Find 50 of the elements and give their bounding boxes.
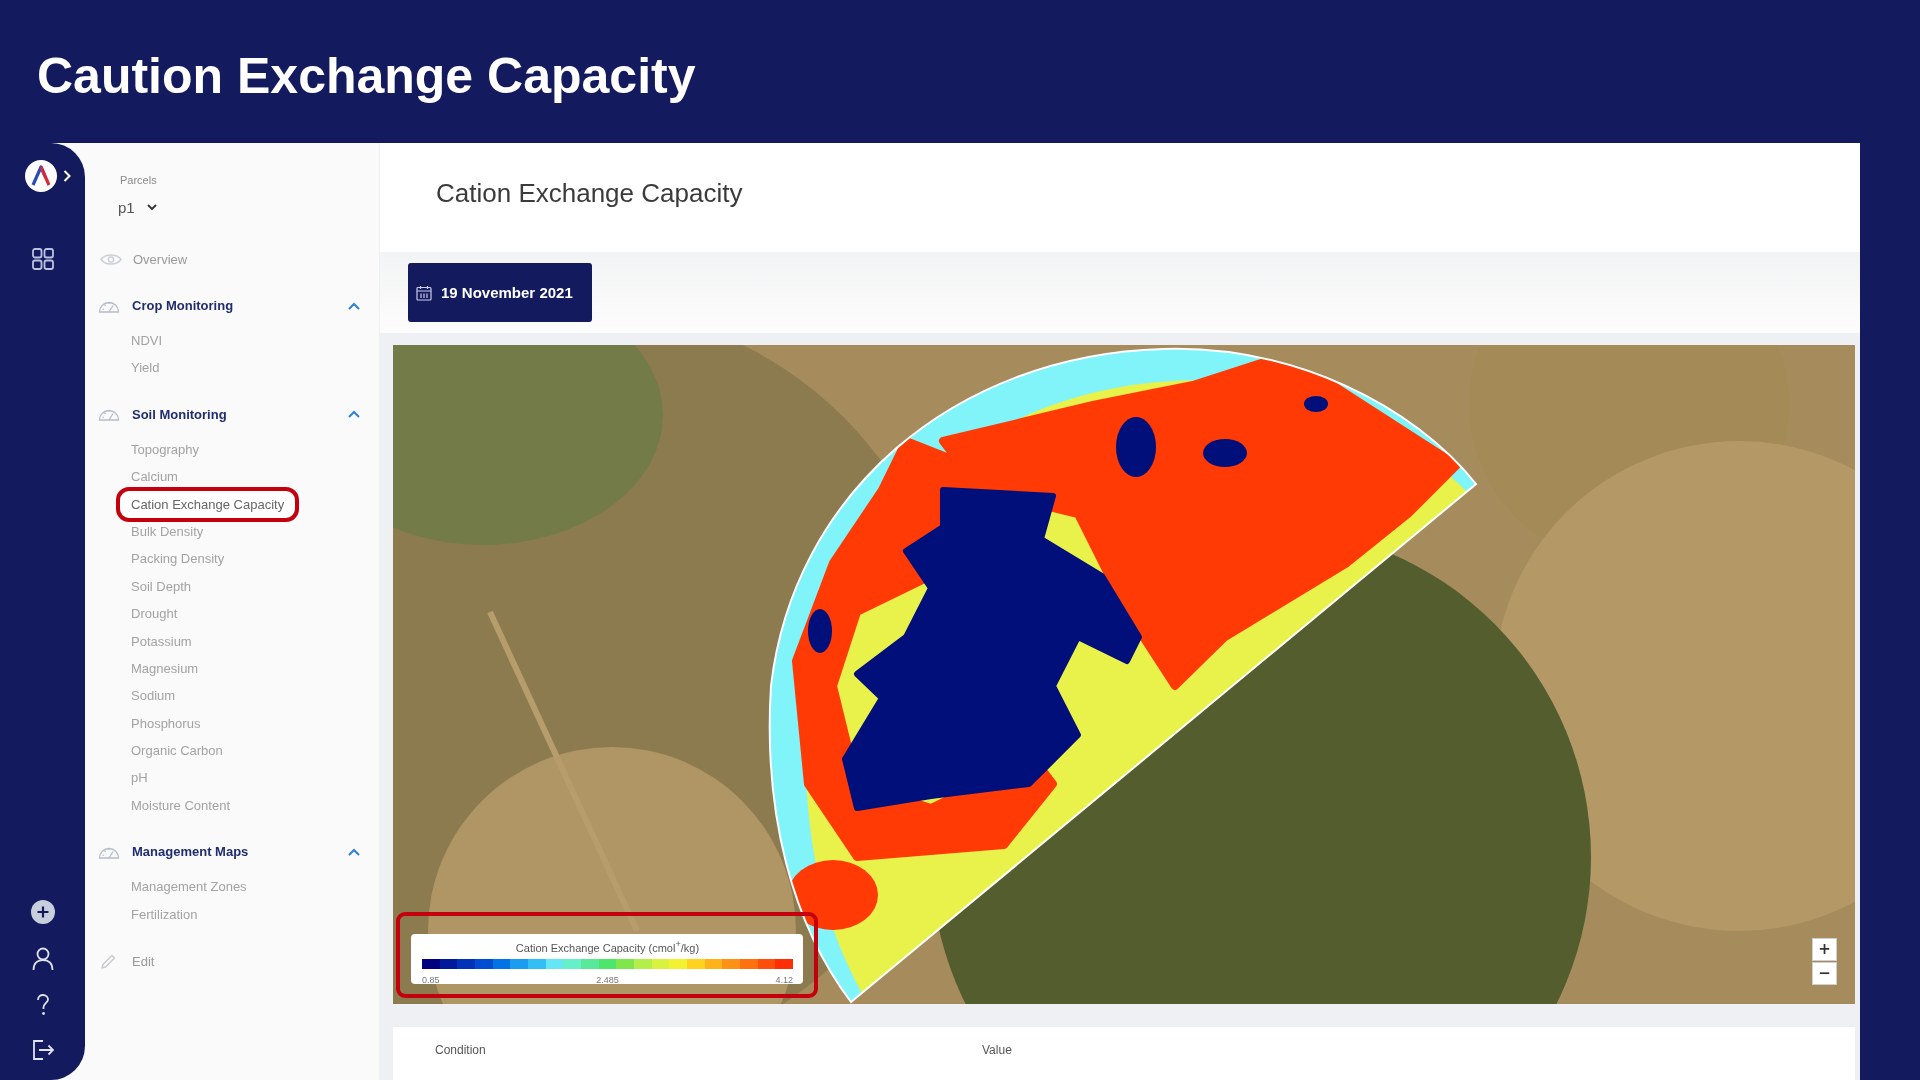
parcel-dropdown[interactable]: p1 [118,196,157,218]
chevron-right-icon[interactable] [63,170,71,182]
gauge-icon [98,407,120,422]
sidebar-item[interactable]: Soil Depth [120,572,202,601]
chevron-icon [348,410,360,419]
zoom-out-button[interactable]: − [1812,962,1837,985]
legend-tick: 4.12 [775,973,793,986]
page-title: Caution Exchange Capacity [37,49,696,104]
sidebar-item[interactable]: pH [120,764,159,792]
person-icon[interactable] [31,947,54,971]
content-title: Cation Exchange Capacity [436,178,743,209]
sidebar-item[interactable]: NDVI [120,327,174,355]
sidebar-item[interactable]: Moisture Content [120,791,241,820]
section-header[interactable]: Management Maps [98,838,362,866]
sidebar-item[interactable]: Management Zones [120,873,258,901]
help-icon[interactable] [35,994,50,1016]
date-button[interactable]: 19 November 2021 [408,263,592,322]
pencil-icon [100,953,116,970]
legend-title: Cation Exchange Capacity (cmol$^{+}$/kg) [515,938,700,955]
sidebar-item[interactable]: Fertilization [120,900,209,929]
zoom-in-button[interactable]: + [1812,938,1837,961]
sidebar-item[interactable]: Organic Carbon [120,737,234,765]
sidebar-item[interactable]: Phosphorus [120,709,212,738]
column-header: Condition [435,1043,486,1057]
sidebar-item[interactable]: Overview [100,246,188,273]
grid-icon[interactable] [31,248,54,270]
calendar-icon [416,284,432,301]
chevron-icon [348,301,360,310]
sidebar-item[interactable]: Bulk Density [120,517,215,546]
logout-icon[interactable] [30,1039,55,1061]
parcels-label: Parcels [120,173,157,187]
legend-tick: 0.85 [422,973,440,986]
legend-tick: 2.485 [596,973,619,986]
sidebar-item[interactable]: Topography [120,435,210,464]
section-header[interactable]: Crop Monitoring [98,292,362,319]
logo-icon[interactable] [25,160,57,192]
sidebar-item[interactable]: Magnesium [120,654,210,683]
eye-icon [100,253,122,266]
sidebar-item[interactable]: Drought [120,600,189,628]
chevron-icon [348,847,360,856]
sidebar-item[interactable]: Yield [120,354,171,382]
sidebar-item[interactable]: Sodium [120,682,187,710]
section-header[interactable]: Soil Monitoring [98,400,362,428]
sidebar-item[interactable]: Edit [100,948,155,976]
add-icon[interactable] [30,900,55,924]
sidebar-item[interactable]: Packing Density [120,545,236,573]
chevron-down-icon [146,204,157,210]
column-header: Value [982,1043,1012,1057]
sidebar-item[interactable]: Potassium [120,627,203,655]
sidebar-item[interactable]: Calcium [120,463,189,491]
